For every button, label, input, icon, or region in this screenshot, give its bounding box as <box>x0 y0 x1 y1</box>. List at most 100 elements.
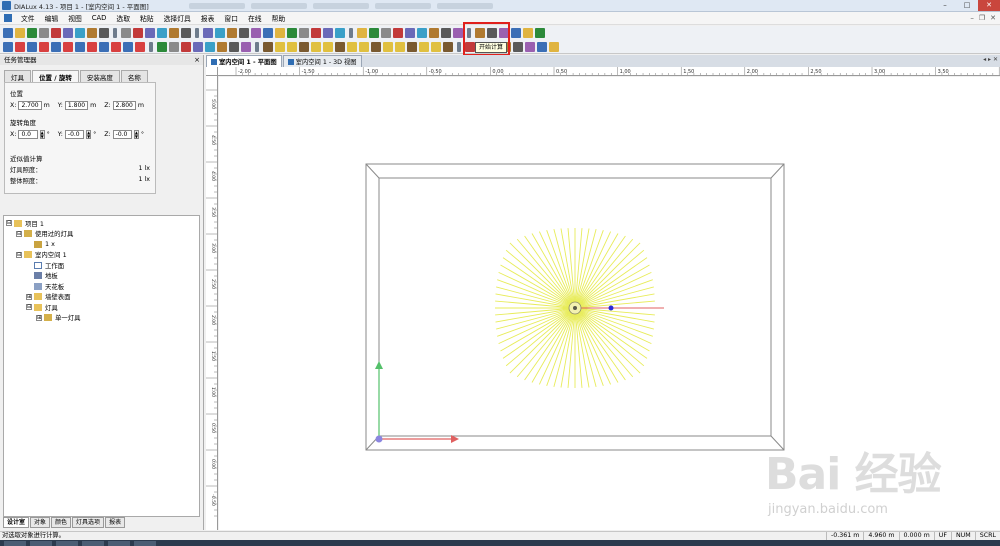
toolbar-button-icon[interactable] <box>381 28 391 38</box>
toolbar-button-icon[interactable] <box>299 41 309 52</box>
toolbar-button-icon[interactable] <box>393 28 403 38</box>
toolbar-button-icon[interactable] <box>407 41 417 52</box>
rot-y-spinner[interactable]: ▲ ▼ <box>86 130 92 139</box>
toolbar-button-icon[interactable] <box>263 28 273 38</box>
toolbar-button-icon[interactable] <box>75 41 85 52</box>
toolbar-button-icon[interactable] <box>121 28 131 38</box>
toolbar-button-icon[interactable] <box>395 41 405 52</box>
toolbar-separator[interactable] <box>195 28 199 38</box>
toolbar-button-icon[interactable] <box>275 28 285 38</box>
mdi-restore-button[interactable]: ❐ <box>979 14 985 22</box>
pos-x-input[interactable]: 2.700 <box>18 101 42 110</box>
taskbar-item[interactable] <box>4 541 26 546</box>
toolbar-button-icon[interactable] <box>335 28 345 38</box>
toolbar-button-icon[interactable] <box>311 28 321 38</box>
tab-design[interactable]: 设计室 <box>3 517 30 528</box>
menu-file[interactable]: 文件 <box>16 13 40 23</box>
toolbar-button-icon[interactable] <box>3 28 13 38</box>
tree-item-luminaires[interactable]: ⊟ 灯具 <box>6 302 199 313</box>
collapse-icon[interactable]: ⊟ <box>26 304 32 311</box>
toolbar-button-icon[interactable] <box>537 41 547 52</box>
toolbar-button-icon[interactable] <box>157 28 167 38</box>
toolbar-button-icon[interactable] <box>75 28 85 38</box>
toolbar-button-icon[interactable] <box>311 41 321 52</box>
rot-z-input[interactable]: -0.0 <box>112 130 132 139</box>
tab-reports[interactable]: 报表 <box>105 517 126 528</box>
expand-icon[interactable]: ⊞ <box>36 314 42 321</box>
toolbar-button-icon[interactable] <box>525 41 535 52</box>
menu-paste[interactable]: 粘贴 <box>135 13 159 23</box>
toolbar-button-icon[interactable] <box>51 41 61 52</box>
taskbar-item[interactable] <box>108 541 130 546</box>
toolbar-button-icon[interactable] <box>347 41 357 52</box>
toolbar-button-icon[interactable] <box>323 41 333 52</box>
tree-item-workplane[interactable]: 工作面 <box>6 260 199 271</box>
rot-x-input[interactable]: 0.0 <box>18 130 38 139</box>
minimize-button[interactable]: – <box>934 0 956 11</box>
toolbar-separator[interactable] <box>457 41 461 52</box>
toolbar-button-icon[interactable] <box>287 41 297 52</box>
toolbar-button-icon[interactable] <box>87 28 97 38</box>
tree-item-single-luminaire[interactable]: ⊞ 单一灯具 <box>6 313 199 324</box>
toolbar-button-icon[interactable] <box>181 28 191 38</box>
toolbar-separator[interactable] <box>149 41 153 52</box>
menu-edit[interactable]: 编辑 <box>40 13 64 23</box>
toolbar-button-icon[interactable] <box>157 41 167 52</box>
collapse-icon[interactable]: ⊟ <box>16 251 22 258</box>
toolbar-button-icon[interactable] <box>419 41 429 52</box>
luminaire-direction-handle[interactable] <box>608 305 614 311</box>
toolbar-button-icon[interactable] <box>229 41 239 52</box>
toolbar-button-icon[interactable] <box>383 41 393 52</box>
collapse-icon[interactable]: ⊟ <box>6 220 12 227</box>
toolbar-button-icon[interactable] <box>535 28 545 38</box>
toolbar-separator[interactable] <box>113 28 117 38</box>
toolbar-button-icon[interactable] <box>193 41 203 52</box>
toolbar-button-icon[interactable] <box>39 28 49 38</box>
toolbar-button-icon[interactable] <box>511 28 521 38</box>
menu-select[interactable]: 选取 <box>111 13 135 23</box>
toolbar-button-icon[interactable] <box>39 41 49 52</box>
toolbar-button-icon[interactable] <box>357 28 367 38</box>
toolbar-button-icon[interactable] <box>27 28 37 38</box>
tab-objects[interactable]: 对象 <box>30 517 51 528</box>
expand-icon[interactable]: ⊞ <box>26 293 32 300</box>
menu-online[interactable]: 在线 <box>243 13 267 23</box>
mdi-minimize-button[interactable]: – <box>970 14 974 22</box>
toolbar-button-icon[interactable] <box>217 41 227 52</box>
panel-close-icon[interactable]: × <box>194 55 200 65</box>
toolbar-button-icon[interactable] <box>169 28 179 38</box>
rot-z-spinner[interactable]: ▲ ▼ <box>133 130 139 139</box>
rot-y-input[interactable]: -0.0 <box>64 130 85 139</box>
toolbar-button-icon[interactable] <box>135 41 145 52</box>
tab-colors[interactable]: 颜色 <box>51 517 72 528</box>
toolbar-button-icon[interactable] <box>371 41 381 52</box>
tree-item-ceiling[interactable]: 天花板 <box>6 281 199 292</box>
toolbar-separator[interactable] <box>255 41 259 52</box>
toolbar-separator[interactable] <box>349 28 353 38</box>
toolbar-button-icon[interactable] <box>429 28 439 38</box>
taskbar-item[interactable] <box>134 541 156 546</box>
toolbar-button-icon[interactable] <box>275 41 285 52</box>
toolbar-button-icon[interactable] <box>15 41 25 52</box>
toolbar-button-icon[interactable] <box>205 41 215 52</box>
menu-window[interactable]: 窗口 <box>219 13 243 23</box>
tree-item-project[interactable]: ⊟ 项目 1 <box>6 218 199 229</box>
toolbar-button-icon[interactable] <box>133 28 143 38</box>
toolbar-button-icon[interactable] <box>99 41 109 52</box>
rot-x-spinner[interactable]: ▲ ▼ <box>39 130 45 139</box>
toolbar-button-icon[interactable] <box>15 28 25 38</box>
toolbar-button-icon[interactable] <box>359 41 369 52</box>
menu-select-luminaire[interactable]: 选择灯具 <box>159 13 196 23</box>
tab-plan-view[interactable]: 室内空间 1 - 平面图 <box>206 55 282 67</box>
taskbar-item[interactable] <box>56 541 78 546</box>
pos-y-input[interactable]: 1.800 <box>64 101 89 110</box>
collapse-icon[interactable]: ⊟ <box>16 230 22 237</box>
luminaire-symbol[interactable] <box>568 301 582 315</box>
tree-item-walls[interactable]: ⊞ 墙壁表面 <box>6 292 199 303</box>
toolbar-button-icon[interactable] <box>215 28 225 38</box>
toolbar-button-icon[interactable] <box>335 41 345 52</box>
toolbar-button-icon[interactable] <box>417 28 427 38</box>
toolbar-button-icon[interactable] <box>203 28 213 38</box>
toolbar-button-icon[interactable] <box>169 41 179 52</box>
toolbar-button-icon[interactable] <box>63 41 73 52</box>
